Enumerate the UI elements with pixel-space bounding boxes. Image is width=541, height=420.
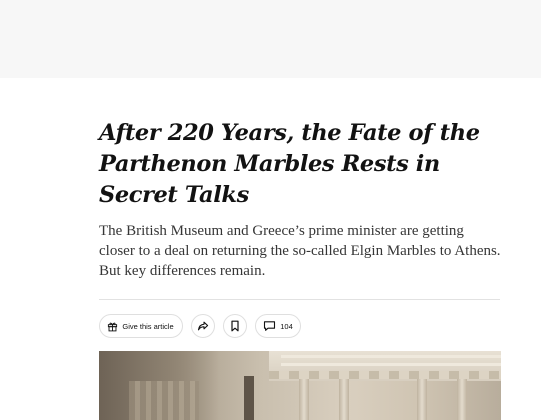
gift-article-button[interactable]: Give this article: [99, 314, 183, 338]
share-button[interactable]: [191, 314, 215, 338]
ceiling-beam: [281, 355, 501, 358]
gallery-column: [339, 379, 349, 420]
comments-button[interactable]: 104: [255, 314, 301, 338]
share-icon: [197, 320, 209, 332]
ceiling-beam: [281, 363, 501, 366]
gallery-doorway: [244, 376, 254, 420]
gallery-column: [299, 379, 309, 420]
gallery-column: [457, 379, 467, 420]
article-headline: After 220 Years, the Fate of the Parthen…: [99, 120, 480, 208]
comments-count: 104: [280, 321, 293, 331]
marble-relief: [129, 381, 199, 420]
gift-icon: [107, 321, 118, 332]
divider: [99, 299, 500, 300]
gallery-frieze: [269, 371, 501, 379]
gallery-column: [417, 379, 427, 420]
gift-article-label: Give this article: [122, 321, 174, 331]
article-toolbar: Give this article 104: [99, 314, 501, 338]
comment-icon: [263, 320, 276, 332]
hero-image: [99, 351, 501, 420]
save-button[interactable]: [223, 314, 247, 338]
bookmark-icon: [230, 320, 240, 332]
top-banner-area: [0, 0, 541, 78]
article-header: After 220 Years, the Fate of the Parthen…: [99, 118, 501, 338]
article-summary: The British Museum and Greece’s prime mi…: [99, 223, 501, 279]
